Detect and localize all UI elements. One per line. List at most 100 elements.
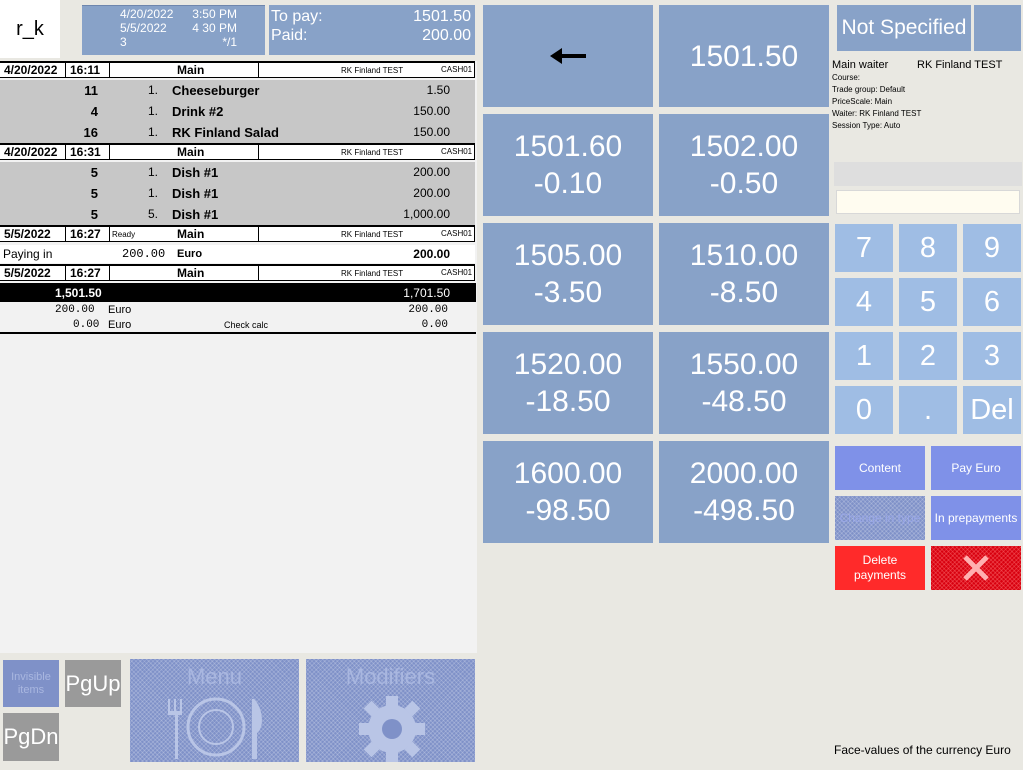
list-item[interactable]: 5 1. Dish #1 200.00	[0, 183, 475, 204]
key-label: 8	[919, 231, 937, 264]
key-7[interactable]: 7	[835, 224, 893, 272]
trade-group-info: Trade group: Default	[832, 85, 906, 94]
paying-in-row[interactable]: Paying in 200.00 Euro 200.00	[0, 245, 475, 263]
list-item[interactable]: 5 1. Dish #1 200.00	[0, 162, 475, 183]
amount-option-button[interactable]: 1510.00 -8.50	[659, 223, 829, 325]
session-header[interactable]: 4/20/2022 16:31 Main RK Finland TEST CAS…	[0, 143, 475, 160]
exact-amount: 1501.50	[689, 39, 799, 73]
list-item[interactable]: 11 1. Cheeseburger 1.50	[0, 80, 475, 101]
item-name: Dish #1	[172, 186, 219, 201]
key-decimal[interactable]: .	[899, 386, 957, 434]
page-up-button[interactable]: PgUp	[65, 660, 121, 707]
main-waiter-value: RK Finland TEST	[917, 59, 1003, 71]
exact-amount-button[interactable]: 1501.50	[659, 5, 829, 107]
key-label: 0	[855, 393, 873, 426]
session-time: 16:27	[70, 227, 101, 241]
change-value: -18.50	[525, 385, 611, 418]
open-date: 4/20/2022	[120, 7, 174, 21]
payment-summary-row: 200.00 Euro 200.00	[0, 304, 476, 318]
session-header[interactable]: 4/20/2022 16:11 Main RK Finland TEST CAS…	[0, 61, 475, 78]
item-code: 11	[84, 83, 98, 98]
delete-payments-button[interactable]: Delete payments	[835, 546, 925, 590]
session-time: 16:27	[70, 266, 101, 280]
waiter-info: Waiter: RK Finland TEST	[832, 109, 922, 118]
key-2[interactable]: 2	[899, 332, 957, 380]
table-number: */1	[222, 35, 237, 49]
cancel-button[interactable]	[931, 546, 1021, 590]
item-qty: 5.	[148, 207, 159, 221]
amount-option-button[interactable]: 1520.00 -18.50	[483, 332, 653, 434]
page-up-label: PgUp	[65, 670, 121, 696]
amount-option-button[interactable]: 1550.00 -48.50	[659, 332, 829, 434]
item-name: Drink #2	[172, 104, 224, 119]
guest-count: 3	[120, 35, 127, 49]
list-item[interactable]: 16 1. RK Finland Salad 150.00	[0, 122, 475, 143]
key-label: .	[923, 393, 933, 426]
key-0[interactable]: 0	[835, 386, 893, 434]
key-5[interactable]: 5	[899, 278, 957, 326]
item-qty: 1.	[148, 104, 159, 118]
session-date: 4/20/2022	[4, 145, 58, 159]
amount-input[interactable]	[836, 190, 1020, 214]
paying-in-total: 200.00	[413, 247, 450, 261]
list-item[interactable]: 4 1. Drink #2 150.00	[0, 101, 475, 122]
paying-in-amount: 200.00	[122, 247, 166, 261]
in-prepayments-button[interactable]: In prepayments	[931, 496, 1021, 540]
item-name: Cheeseburger	[172, 83, 260, 98]
payment-summary-row: 0.00 Euro Check calc 0.00	[0, 319, 476, 333]
delete-payments-label: Delete payments	[853, 553, 907, 582]
key-1[interactable]: 1	[835, 332, 893, 380]
key-label: Del	[970, 393, 1014, 426]
session-cash: CASH01	[441, 65, 473, 74]
session-menu: Main	[177, 266, 205, 280]
change-value: -98.50	[525, 494, 611, 527]
key-4[interactable]: 4	[835, 278, 893, 326]
sum-amount: 200.00	[55, 304, 95, 316]
session-header[interactable]: 5/5/2022 16:27 Main RK Finland TEST CASH…	[0, 264, 475, 281]
amount-option-button[interactable]: 1505.00 -3.50	[483, 223, 653, 325]
amount-option-button[interactable]: 2000.00 -498.50	[659, 441, 829, 543]
page-down-button[interactable]: PgDn	[3, 713, 59, 761]
key-label: 3	[983, 339, 1001, 372]
change-in-type-button[interactable]: Change in type	[835, 496, 925, 540]
session-header[interactable]: 5/5/2022 16:27 Ready Main RK Finland TES…	[0, 225, 475, 242]
key-8[interactable]: 8	[899, 224, 957, 272]
change-value: -3.50	[533, 276, 603, 309]
backspace-button[interactable]	[483, 5, 653, 107]
divider	[0, 332, 476, 334]
invisible-items-button[interactable]: Invisible items	[3, 660, 59, 707]
key-3[interactable]: 3	[963, 332, 1021, 380]
amount-option-button[interactable]: 1600.00 -98.50	[483, 441, 653, 543]
content-button[interactable]: Content	[835, 446, 925, 490]
item-price: 200.00	[413, 186, 450, 200]
amount-option-button[interactable]: 1502.00 -0.50	[659, 114, 829, 216]
main-waiter-label: Main waiter	[832, 59, 889, 71]
amount-value: 1505.00	[513, 239, 623, 272]
price-scale-info: PriceScale: Main	[832, 97, 893, 106]
amount-option-button[interactable]: 1501.60 -0.10	[483, 114, 653, 216]
key-delete[interactable]: Del	[963, 386, 1021, 434]
check-panel[interactable]: 4/20/2022 16:11 Main RK Finland TEST CAS…	[0, 61, 477, 653]
session-cash: CASH01	[441, 268, 473, 277]
session-waiter: RK Finland TEST	[341, 66, 404, 75]
customer-extra-button[interactable]	[974, 5, 1021, 51]
list-item[interactable]: 5 5. Dish #1 1,000.00	[0, 204, 475, 225]
change-value: -0.10	[533, 167, 603, 200]
session-menu: Main	[177, 63, 205, 77]
key-6[interactable]: 6	[963, 278, 1021, 326]
item-price: 150.00	[413, 104, 450, 118]
item-qty: 1.	[148, 83, 159, 97]
menu-button[interactable]: Menu	[130, 659, 299, 762]
course-info: Course:	[832, 73, 861, 82]
session-menu: Main	[177, 227, 205, 241]
pay-euro-button[interactable]: Pay Euro	[931, 446, 1021, 490]
in-prepayments-label: In prepayments	[934, 510, 1018, 525]
session-type-info: Session Type: Auto	[832, 121, 901, 130]
key-9[interactable]: 9	[963, 224, 1021, 272]
item-qty: 1.	[148, 125, 159, 139]
modifiers-button[interactable]: Modifiers	[306, 659, 475, 762]
change-value: -48.50	[701, 385, 787, 418]
amount-value: 1520.00	[513, 348, 623, 381]
current-date: 5/5/2022	[120, 21, 167, 35]
customer-button[interactable]: Not Specified	[837, 5, 971, 51]
